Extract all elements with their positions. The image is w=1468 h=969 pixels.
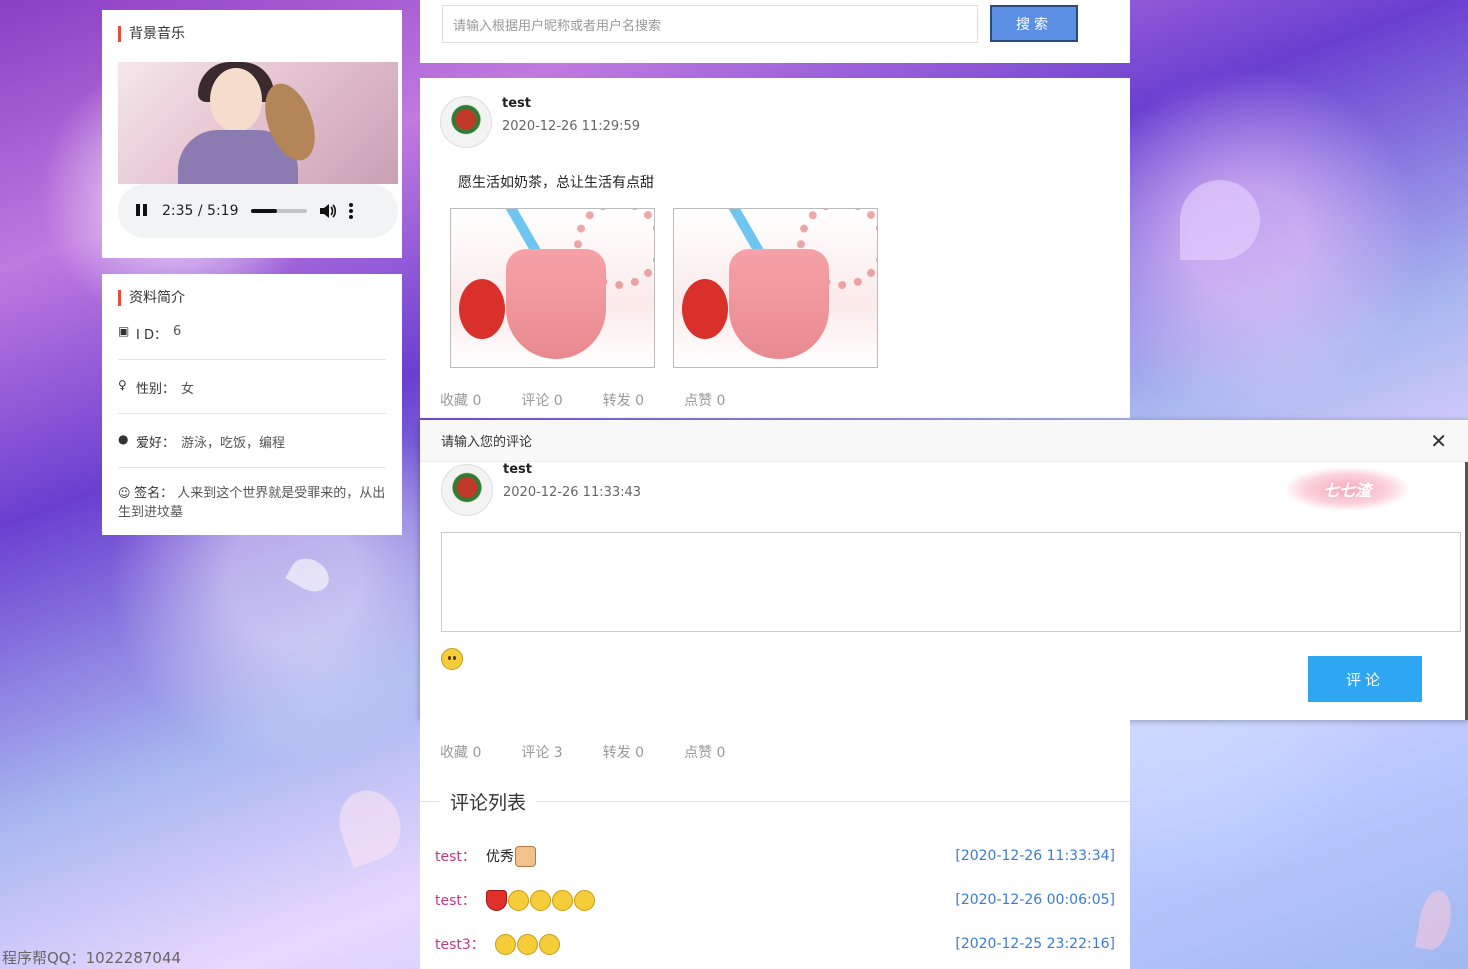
smirk-emoji-icon bbox=[538, 933, 560, 955]
pause-icon[interactable] bbox=[136, 204, 150, 218]
profile-label: 性别： bbox=[136, 382, 176, 397]
comment-time: [2020-12-26 11:33:34] bbox=[955, 848, 1115, 864]
profile-value: 游泳，吃饭，编程 bbox=[181, 436, 286, 451]
album-cover-image bbox=[118, 62, 398, 184]
comment-row: test3： [2020-12-25 23:22:16] bbox=[435, 922, 1115, 966]
id-card-icon: ▣ bbox=[118, 324, 130, 338]
user-badge: 七七渣 bbox=[1287, 468, 1407, 510]
search-input[interactable]: 请输入根据用户昵称或者用户名搜索 bbox=[442, 5, 978, 43]
profile-row-signature: ☺ 签名： 人来到这个世界就是受罪来的，从出生到进坟墓 bbox=[118, 468, 386, 538]
comment-author[interactable]: test3： bbox=[435, 934, 485, 954]
comment-time: [2020-12-26 00:06:05] bbox=[955, 892, 1115, 908]
comment-time: [2020-12-25 23:22:16] bbox=[955, 936, 1115, 952]
post-username[interactable]: test bbox=[502, 96, 640, 111]
comment-link[interactable]: 评论 0 bbox=[521, 390, 562, 410]
profile-row-gender: ♀ 性别： 女 bbox=[118, 360, 386, 414]
profile-label: 签名： bbox=[134, 486, 174, 501]
map-pin-icon: ● bbox=[118, 432, 129, 446]
more-options-icon[interactable] bbox=[348, 203, 353, 219]
music-card-title: 背景音乐 bbox=[118, 26, 386, 42]
profile-row-hobby: ● 爱好： 游泳，吃饭，编程 bbox=[118, 414, 386, 468]
comment-textarea[interactable] bbox=[441, 532, 1461, 632]
comment-text bbox=[485, 889, 595, 911]
shocked-emoji-icon bbox=[551, 889, 573, 911]
post-text: 愿生活如奶茶，总让生活有点甜 bbox=[458, 175, 654, 191]
post-card: test 2020-12-26 11:29:59 愿生活如奶茶，总让生活有点甜 … bbox=[420, 78, 1130, 418]
crying-emoji-icon bbox=[529, 889, 551, 911]
profile-value: 女 bbox=[181, 382, 195, 397]
surprised-emoji-icon bbox=[516, 933, 538, 955]
post-image[interactable] bbox=[450, 208, 655, 368]
comment-link[interactable]: 评论 3 bbox=[521, 742, 562, 762]
dialog-username: test bbox=[503, 462, 532, 477]
profile-row-id: ▣ I D： 6 bbox=[118, 306, 386, 360]
favorite-link[interactable]: 收藏 0 bbox=[440, 742, 481, 762]
profile-label: 爱好： bbox=[136, 436, 176, 451]
audio-seek-slider[interactable] bbox=[250, 209, 307, 213]
comment-row: test： 优秀 [2020-12-26 11:33:34] bbox=[435, 834, 1115, 878]
petal-decoration bbox=[1180, 180, 1260, 260]
search-button[interactable]: 搜索 bbox=[990, 5, 1078, 42]
post-time: 2020-12-26 11:29:59 bbox=[502, 119, 641, 134]
volume-icon[interactable] bbox=[319, 203, 337, 219]
comment-list-title: 评论列表 bbox=[440, 792, 537, 814]
avatar[interactable] bbox=[441, 464, 493, 516]
gender-icon: ♀ bbox=[118, 378, 127, 392]
profile-card-title: 资料简介 bbox=[118, 290, 386, 306]
comment-text: 优秀 bbox=[485, 845, 536, 867]
comment-list-legend: 评论列表 bbox=[420, 788, 1130, 814]
angry-emoji-icon bbox=[507, 889, 529, 911]
profile-card: 资料简介 ▣ I D： 6 ♀ 性别： 女 ● 爱好： 游泳，吃饭，编程 ☺ 签… bbox=[102, 274, 402, 535]
comment-text bbox=[494, 933, 560, 955]
profile-value: 6 bbox=[172, 324, 182, 339]
smile-icon: ☺ bbox=[118, 486, 131, 500]
close-icon[interactable]: ✕ bbox=[1430, 431, 1447, 451]
comment-text-content: 优秀 bbox=[485, 849, 514, 865]
emoji-picker-icon[interactable] bbox=[441, 648, 463, 670]
watermark-text: 程序帮QQ：1022287044 bbox=[2, 949, 182, 967]
search-bar: 请输入根据用户昵称或者用户名搜索 搜索 bbox=[420, 0, 1130, 63]
audio-player: 2:35 / 5:19 bbox=[118, 184, 398, 238]
like-link[interactable]: 点赞 0 bbox=[684, 390, 725, 410]
wink-emoji-icon bbox=[573, 889, 595, 911]
submit-comment-button[interactable]: 评论 bbox=[1308, 656, 1422, 702]
forward-link[interactable]: 转发 0 bbox=[603, 390, 644, 410]
comments-section: 收藏 0 评论 3 转发 0 点赞 0 评论列表 test： 优秀 [2020-… bbox=[420, 720, 1130, 969]
dialog-title: 请输入您的评论 bbox=[441, 435, 533, 450]
petal-decoration bbox=[285, 552, 335, 598]
forward-link[interactable]: 转发 0 bbox=[603, 742, 644, 762]
dialog-time: 2020-12-26 11:33:43 bbox=[503, 485, 642, 500]
profile-label: I D： bbox=[136, 328, 167, 343]
smile-emoji-icon bbox=[494, 933, 516, 955]
petal-decoration bbox=[329, 781, 411, 869]
comment-row: test： [2020-12-26 00:06:05] bbox=[435, 878, 1115, 922]
audio-time: 2:35 / 5:19 bbox=[162, 203, 239, 219]
comment-dialog: 请输入您的评论 ✕ test 2020-12-26 11:33:43 七七渣 评… bbox=[420, 420, 1468, 720]
thumbs-up-emoji-icon bbox=[514, 845, 536, 867]
post-image[interactable] bbox=[673, 208, 878, 368]
like-link[interactable]: 点赞 0 bbox=[684, 742, 725, 762]
comment-author[interactable]: test： bbox=[435, 890, 476, 910]
heart-emoji-icon bbox=[485, 889, 507, 911]
comment-author[interactable]: test： bbox=[435, 846, 476, 866]
avatar[interactable] bbox=[440, 96, 492, 148]
music-card: 背景音乐 2:35 / 5:19 bbox=[102, 10, 402, 258]
petal-decoration bbox=[1415, 887, 1455, 953]
favorite-link[interactable]: 收藏 0 bbox=[440, 390, 481, 410]
